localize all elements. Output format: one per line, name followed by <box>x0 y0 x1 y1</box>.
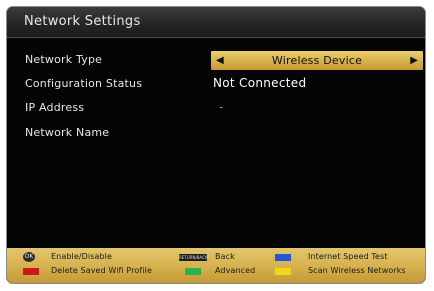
green-button-icon <box>185 268 201 275</box>
legend-scan-wireless-networks[interactable]: Scan Wireless Networks <box>275 266 425 277</box>
yellow-button-icon <box>275 268 291 275</box>
ip-address-row: IP Address - <box>7 98 425 118</box>
arrow-right-icon[interactable]: ▶ <box>410 54 418 67</box>
page-title: Network Settings <box>24 14 141 29</box>
legend-advanced[interactable]: Advanced <box>185 266 275 277</box>
ip-address-label: IP Address <box>25 101 85 114</box>
legend-delete-wifi-profile-label: Delete Saved Wifi Profile <box>51 266 152 275</box>
network-settings-dialog: Network Settings Network Type ◀ Wireless… <box>6 6 426 284</box>
legend-delete-wifi-profile[interactable]: Delete Saved Wifi Profile <box>23 266 173 277</box>
network-type-label: Network Type <box>25 53 103 66</box>
configuration-status-row: Configuration Status Not Connected <box>7 74 425 94</box>
legend-advanced-label: Advanced <box>215 266 256 275</box>
legend-back-label: Back <box>215 252 235 261</box>
button-legend-bar: OK Enable/Disable RETURN/BACK Back Inter… <box>7 248 425 283</box>
legend-back[interactable]: RETURN/BACK Back <box>179 252 269 263</box>
network-name-label: Network Name <box>25 126 110 139</box>
ok-button-icon: OK <box>23 252 35 262</box>
configuration-status-value: Not Connected <box>213 76 307 90</box>
network-type-value: Wireless Device <box>271 54 363 67</box>
network-name-row: Network Name <box>7 123 425 143</box>
legend-enable-disable[interactable]: OK Enable/Disable <box>23 252 153 263</box>
ip-address-value: - <box>219 100 224 114</box>
network-type-selector[interactable]: ◀ Wireless Device ▶ <box>211 51 423 70</box>
title-bar: Network Settings <box>7 7 425 38</box>
legend-internet-speed-test[interactable]: Internet Speed Test <box>275 252 420 263</box>
legend-enable-disable-label: Enable/Disable <box>51 252 113 261</box>
configuration-status-label: Configuration Status <box>25 77 143 90</box>
blue-button-icon <box>275 254 291 261</box>
legend-internet-speed-test-label: Internet Speed Test <box>308 252 388 261</box>
red-button-icon <box>23 268 39 275</box>
legend-scan-wireless-networks-label: Scan Wireless Networks <box>308 266 406 275</box>
return-button-icon: RETURN/BACK <box>179 254 208 261</box>
network-type-row[interactable]: Network Type ◀ Wireless Device ▶ <box>7 50 425 70</box>
